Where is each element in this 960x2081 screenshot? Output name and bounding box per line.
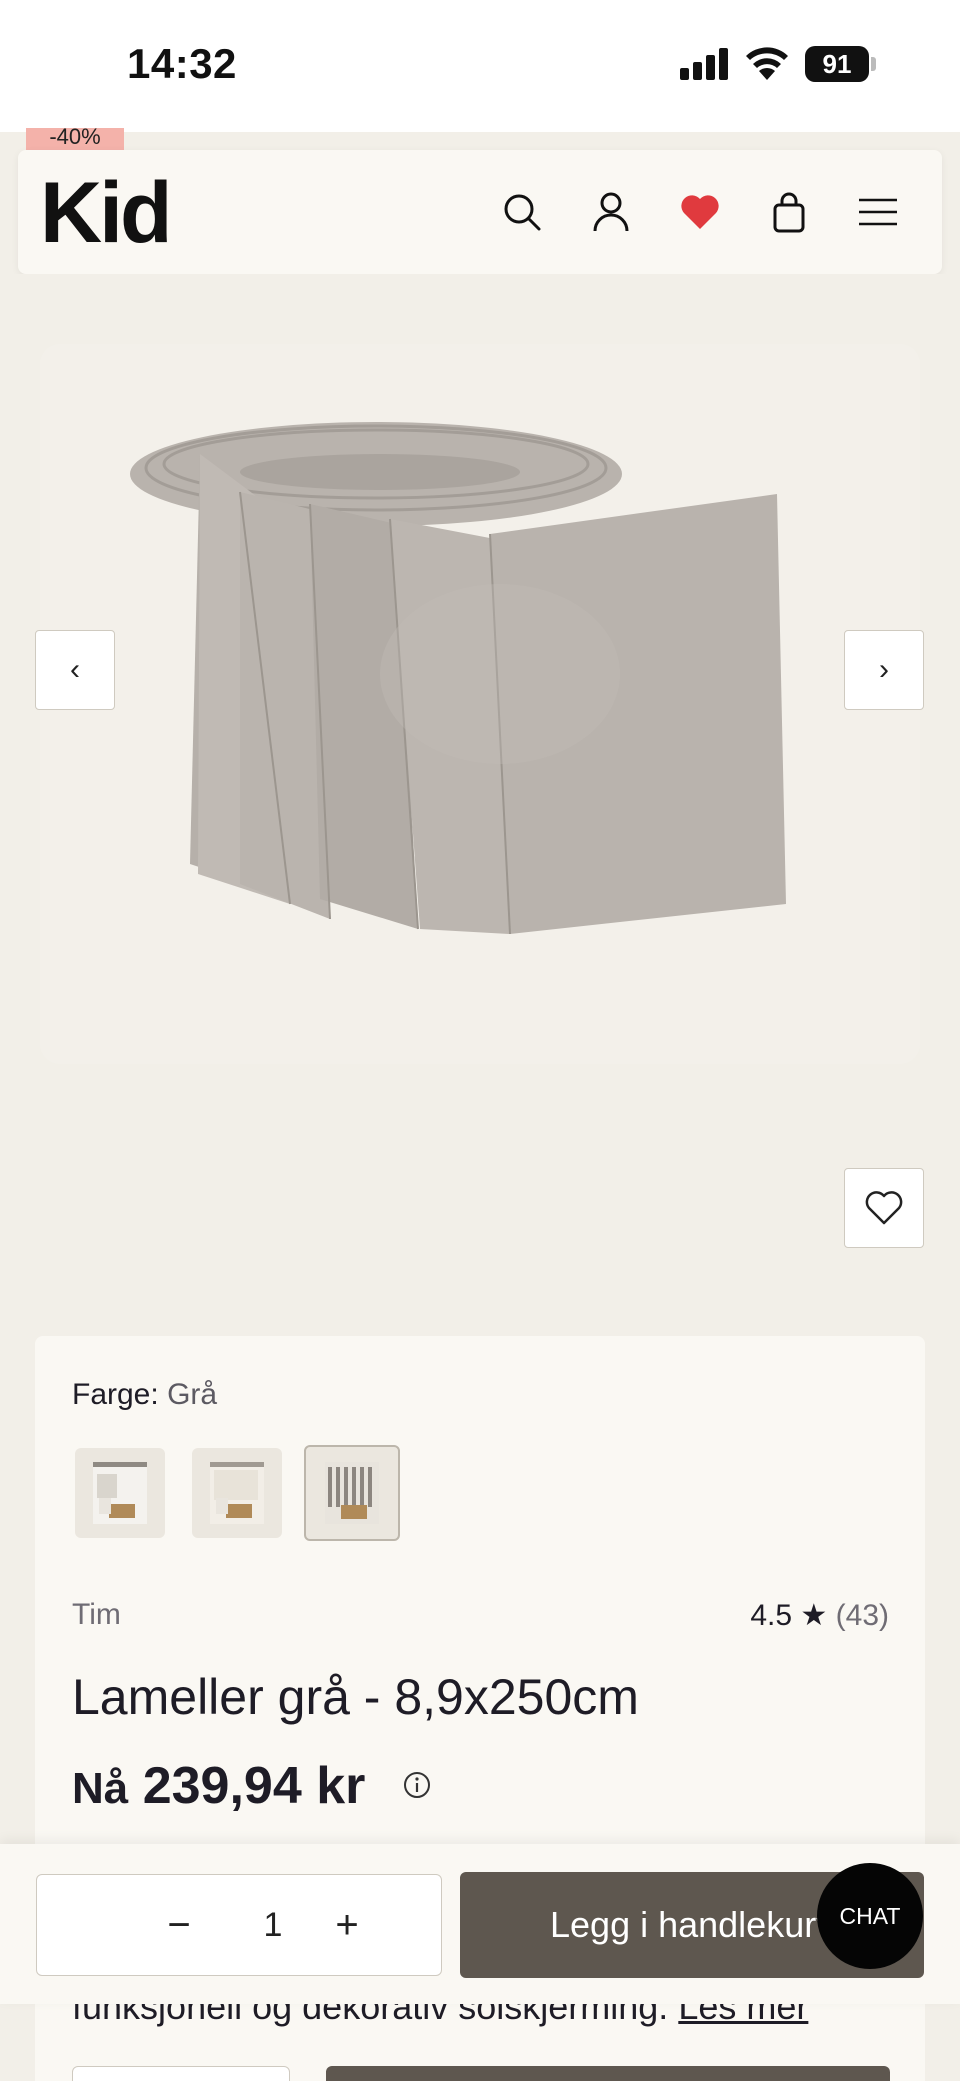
review-count: (43): [835, 1599, 889, 1632]
price-prefix: Nå: [72, 1764, 129, 1813]
secondary-add-button[interactable]: [326, 2066, 890, 2081]
quantity-stepper: − 1 +: [36, 1874, 442, 1976]
status-bar: 14:32 91: [0, 0, 960, 132]
menu-icon[interactable]: [854, 188, 902, 236]
signal-icon: [680, 48, 730, 80]
bag-icon[interactable]: [765, 188, 813, 236]
color-label: Farge:: [72, 1378, 159, 1411]
star-icon: ★: [800, 1599, 828, 1632]
product-title: Lameller grå - 8,9x250cm: [72, 1669, 639, 1725]
color-selector-label: Farge: Grå: [72, 1378, 217, 1412]
color-swatch-1[interactable]: [75, 1448, 165, 1538]
price-value: 239,94 kr: [142, 1757, 366, 1815]
color-swatch-3[interactable]: [304, 1445, 400, 1541]
quantity-decrease-button[interactable]: −: [149, 1875, 209, 1975]
add-to-wishlist-button[interactable]: [844, 1168, 924, 1248]
chevron-right-icon: ›: [879, 653, 889, 686]
gallery-prev-button[interactable]: ‹: [35, 630, 115, 710]
search-icon[interactable]: [498, 188, 546, 236]
info-icon[interactable]: [402, 1770, 432, 1800]
gallery-next-button[interactable]: ›: [844, 630, 924, 710]
product-gallery: ‹ ›: [0, 274, 960, 1314]
discount-badge: -40%: [26, 128, 124, 150]
account-icon[interactable]: [587, 188, 635, 236]
brand-name[interactable]: Tim: [72, 1598, 121, 1632]
rating-value: 4.5: [750, 1599, 793, 1632]
heart-icon[interactable]: [676, 188, 724, 236]
color-swatch-2[interactable]: [192, 1448, 282, 1538]
product-image[interactable]: [40, 344, 920, 1064]
color-value: Grå: [167, 1378, 218, 1411]
status-time: 14:32: [127, 40, 237, 87]
product-rating[interactable]: 4.5 ★ (43): [750, 1598, 889, 1633]
site-header: Kid: [18, 150, 942, 274]
sticky-cart-bar: − 1 + Legg i handlekurv CHAT: [0, 1844, 960, 2004]
heart-outline-icon: [865, 1191, 903, 1225]
battery-level: 91: [822, 49, 852, 79]
logo[interactable]: Kid: [40, 168, 173, 258]
quantity-value[interactable]: 1: [243, 1875, 303, 1975]
secondary-quantity-box[interactable]: [72, 2066, 290, 2081]
product-price: Nå 239,94 kr: [72, 1756, 365, 1816]
wifi-icon: [744, 44, 790, 82]
quantity-increase-button[interactable]: +: [317, 1875, 377, 1975]
battery-icon: 91: [805, 46, 876, 82]
chevron-left-icon: ‹: [70, 653, 80, 686]
chat-button[interactable]: CHAT: [817, 1863, 923, 1969]
